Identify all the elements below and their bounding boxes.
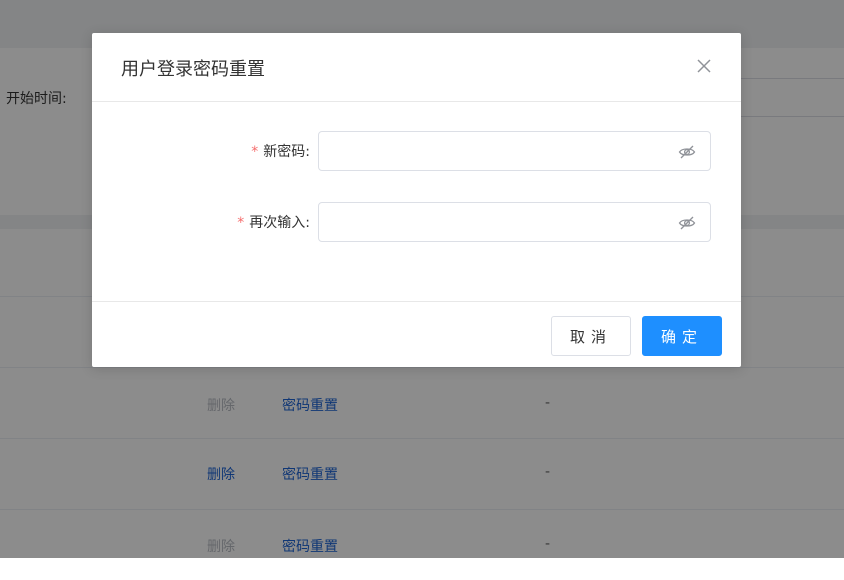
eye-off-icon[interactable] [678, 144, 696, 160]
close-icon[interactable] [695, 57, 713, 75]
new-password-row: * 新密码: [92, 131, 741, 171]
dialog-header: 用户登录密码重置 [92, 33, 741, 102]
confirm-password-label-text: 再次输入: [249, 215, 310, 231]
dialog-footer: 取消 确定 [92, 301, 741, 368]
confirm-password-label: * 再次输入: [237, 212, 310, 232]
eye-off-icon[interactable] [678, 215, 696, 231]
confirm-button[interactable]: 确定 [642, 316, 722, 356]
required-mark: * [251, 144, 259, 160]
new-password-input[interactable] [318, 131, 711, 171]
new-password-label-text: 新密码: [263, 144, 310, 160]
password-reset-dialog: 用户登录密码重置 * 新密码: * 再次输入: 取消 确定 [92, 33, 741, 367]
confirm-password-row: * 再次输入: [92, 202, 741, 242]
new-password-label: * 新密码: [251, 141, 310, 161]
required-mark: * [237, 215, 245, 231]
cancel-button[interactable]: 取消 [551, 316, 631, 356]
dialog-title: 用户登录密码重置 [121, 59, 265, 80]
confirm-password-input[interactable] [318, 202, 711, 242]
